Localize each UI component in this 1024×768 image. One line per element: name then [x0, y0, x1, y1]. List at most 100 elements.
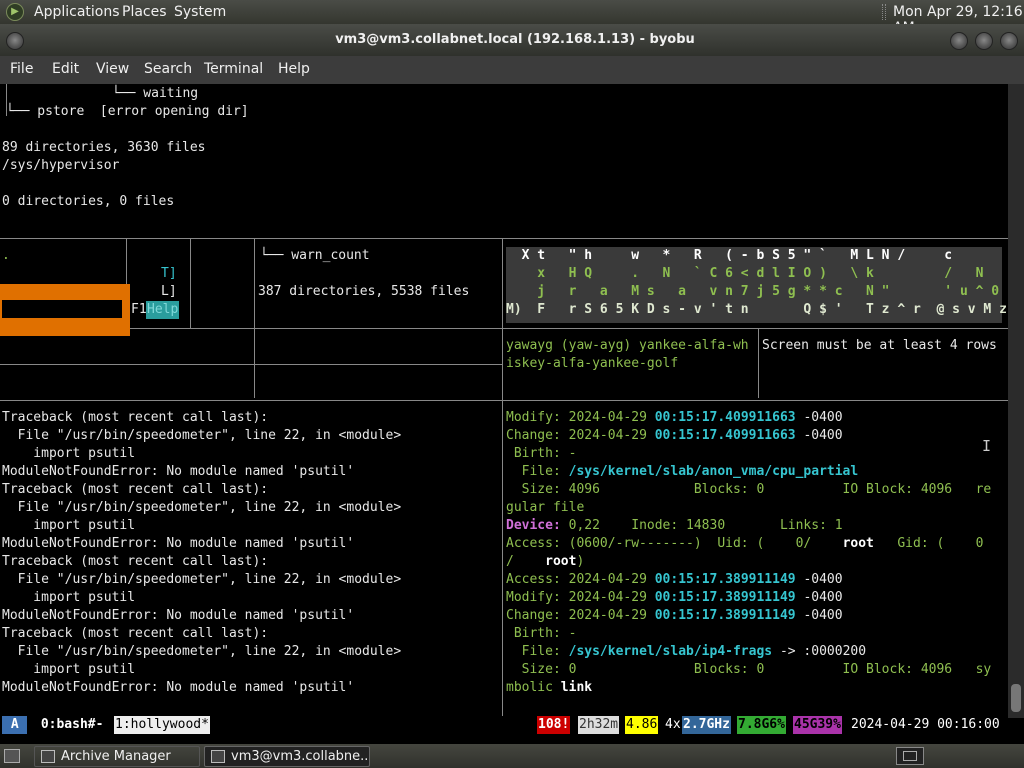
traceback-line: File "/usr/bin/speedometer", line 22, in… [2, 644, 402, 659]
traceback-line: File "/usr/bin/speedometer", line 22, in… [2, 500, 402, 515]
stat-line: Device: 0,22 Inode: 14830 Links: 1 [506, 518, 843, 533]
traceback-line: ModuleNotFoundError: No module named 'ps… [2, 680, 355, 695]
menu-terminal[interactable]: Terminal [204, 61, 263, 77]
window-1-tab[interactable]: 1:hollywood* [114, 716, 210, 734]
window-title: vm3@vm3.collabnet.local (192.168.1.13) -… [335, 32, 695, 47]
window-0-tab[interactable]: 0:bash#- [32, 716, 112, 734]
f1-key[interactable]: F1 [131, 301, 147, 319]
traceback-line: Traceback (most recent call last): [2, 626, 269, 641]
menu-bar: File Edit View Search Terminal Help [0, 56, 1024, 84]
memory-usage: 7.8G6% [737, 716, 786, 734]
show-desktop-icon[interactable] [4, 749, 20, 763]
pane-divider [0, 364, 502, 365]
tree-summary-2: 0 directories, 0 files [2, 194, 175, 209]
hypervisor-path: /sys/hypervisor [2, 158, 120, 173]
session-indicator: A [2, 716, 28, 734]
pane-divider [0, 328, 1008, 329]
window-titlebar[interactable]: vm3@vm3.collabnet.local (192.168.1.13) -… [0, 24, 1024, 56]
tree-summary-1: 89 directories, 3630 files [2, 140, 206, 155]
terminal-scrollbar[interactable] [1008, 84, 1024, 718]
stat-line: gular file [506, 500, 585, 515]
traceback-line: Traceback (most recent call last): [2, 410, 269, 425]
terminal-area[interactable]: └── waiting └── pstore [error opening di… [0, 84, 1008, 718]
updates-badge: 108! [537, 716, 571, 734]
traceback-line: import psutil [2, 662, 136, 677]
uptime: 2h32m [578, 716, 620, 734]
hollywood-text-2: iskey-alfa-yankee-golf [506, 356, 679, 371]
places-menu[interactable]: Places [122, 4, 167, 20]
stat-line: Birth: - [506, 626, 577, 641]
traceback-line: import psutil [2, 590, 136, 605]
byobu-status-bar: A 0:bash#- 1:hollywood* 108! 2h32m 4.86 … [0, 716, 1008, 734]
stat-line: Size: 0 Blocks: 0 IO Block: 4096 sy [506, 662, 992, 677]
applications-icon[interactable]: ▶ [6, 3, 24, 21]
minimize-button[interactable] [950, 32, 968, 50]
close-button[interactable] [1000, 32, 1018, 50]
stat-line: Access: (0600/-rw-------) Uid: ( 0/ root… [506, 536, 984, 551]
disk-usage: 45G39% [793, 716, 842, 734]
panel-separator [882, 4, 886, 20]
bottom-panel: Archive Manager vm3@vm3.collabne... [0, 744, 1024, 768]
stat-line: Modify: 2024-04-29 00:15:17.389911149 -0… [506, 590, 843, 605]
warn-count: └── warn_count [260, 248, 370, 263]
status-datetime: 2024-04-29 00:16:00 [851, 717, 1000, 732]
matrix-row: M) F r S 6 5 K D s - v ' t n Q $ ' T z ^… [506, 302, 1007, 317]
stat-line: Modify: 2024-04-29 00:15:17.409911663 -0… [506, 410, 843, 425]
scrollbar-thumb[interactable] [1011, 684, 1021, 712]
traceback-line: Traceback (most recent call last): [2, 482, 269, 497]
stat-line: Change: 2024-04-29 00:15:17.389911149 -0… [506, 608, 843, 623]
tree-waiting: └── waiting [112, 86, 199, 101]
cpu-count: 4x [665, 717, 681, 732]
help-button[interactable]: Help [146, 301, 180, 319]
pane-divider [0, 400, 1008, 401]
tree-pstore: └── pstore [error opening dir] [6, 104, 249, 119]
workspace-icon [903, 751, 917, 761]
applications-menu[interactable]: Applications [34, 4, 120, 20]
load-average: 4.86 [625, 716, 659, 734]
traceback-line: ModuleNotFoundError: No module named 'ps… [2, 536, 355, 551]
terminal-icon [211, 750, 225, 763]
pane-divider [0, 238, 1008, 239]
stat-line: File: /sys/kernel/slab/anon_vma/cpu_part… [506, 464, 859, 479]
stat-line: Birth: - [506, 446, 577, 461]
hollywood-text: yawayg (yaw-ayg) yankee-alfa-wh [506, 338, 749, 353]
menu-help[interactable]: Help [278, 61, 310, 77]
traceback-line: ModuleNotFoundError: No module named 'ps… [2, 464, 355, 479]
orange-inner [2, 300, 122, 318]
cpu-frequency: 2.7GHz [682, 716, 731, 734]
dirs-count: 387 directories, 5538 files [258, 284, 470, 299]
stat-line: Access: 2024-04-29 00:15:17.389911149 -0… [506, 572, 843, 587]
maximize-button[interactable] [975, 32, 993, 50]
menu-edit[interactable]: Edit [52, 61, 79, 77]
system-menu[interactable]: System [174, 4, 226, 20]
workspace-switcher[interactable] [896, 747, 924, 765]
menu-view[interactable]: View [96, 61, 129, 77]
matrix-row: j r a M s a v n 7 j 5 g * * c N " ' u ^ … [506, 284, 1000, 299]
pane-divider [758, 328, 759, 398]
menu-search[interactable]: Search [144, 61, 192, 77]
pane-divider [502, 238, 503, 718]
menu-file[interactable]: File [10, 61, 33, 77]
traceback-line: ModuleNotFoundError: No module named 'ps… [2, 608, 355, 623]
matrix-row: X t " h w * R ( - b S 5 " ` M L N / c [506, 248, 953, 263]
task-terminal[interactable]: vm3@vm3.collabne... [204, 746, 370, 767]
matrix-row: x H Q . N ` C 6 < d l I O ) \ k / N [506, 266, 984, 281]
pane-divider [190, 238, 191, 328]
pane-l: L] [161, 284, 177, 299]
top-panel: ▶ Applications Places System Mon Apr 29,… [0, 0, 1024, 36]
stat-line: / root) [506, 554, 585, 569]
matrix-pane: X t " h w * R ( - b S 5 " ` M L N / c x … [506, 247, 1007, 323]
traceback-line: File "/usr/bin/speedometer", line 22, in… [2, 572, 402, 587]
traceback-line: import psutil [2, 446, 136, 461]
stat-line: mbolic link [506, 680, 593, 695]
stat-line: Change: 2024-04-29 00:15:17.409911663 -0… [506, 428, 843, 443]
screen-warning: Screen must be at least 4 rows [762, 338, 997, 353]
archive-icon [41, 750, 55, 763]
ibeam-cursor-icon: I [982, 437, 992, 455]
pane-t: T] [161, 266, 177, 281]
pane-divider [254, 238, 255, 398]
traceback-line: Traceback (most recent call last): [2, 554, 269, 569]
task-archive-manager[interactable]: Archive Manager [34, 746, 200, 767]
traceback-line: import psutil [2, 518, 136, 533]
stat-line: Size: 4096 Blocks: 0 IO Block: 4096 re [506, 482, 992, 497]
